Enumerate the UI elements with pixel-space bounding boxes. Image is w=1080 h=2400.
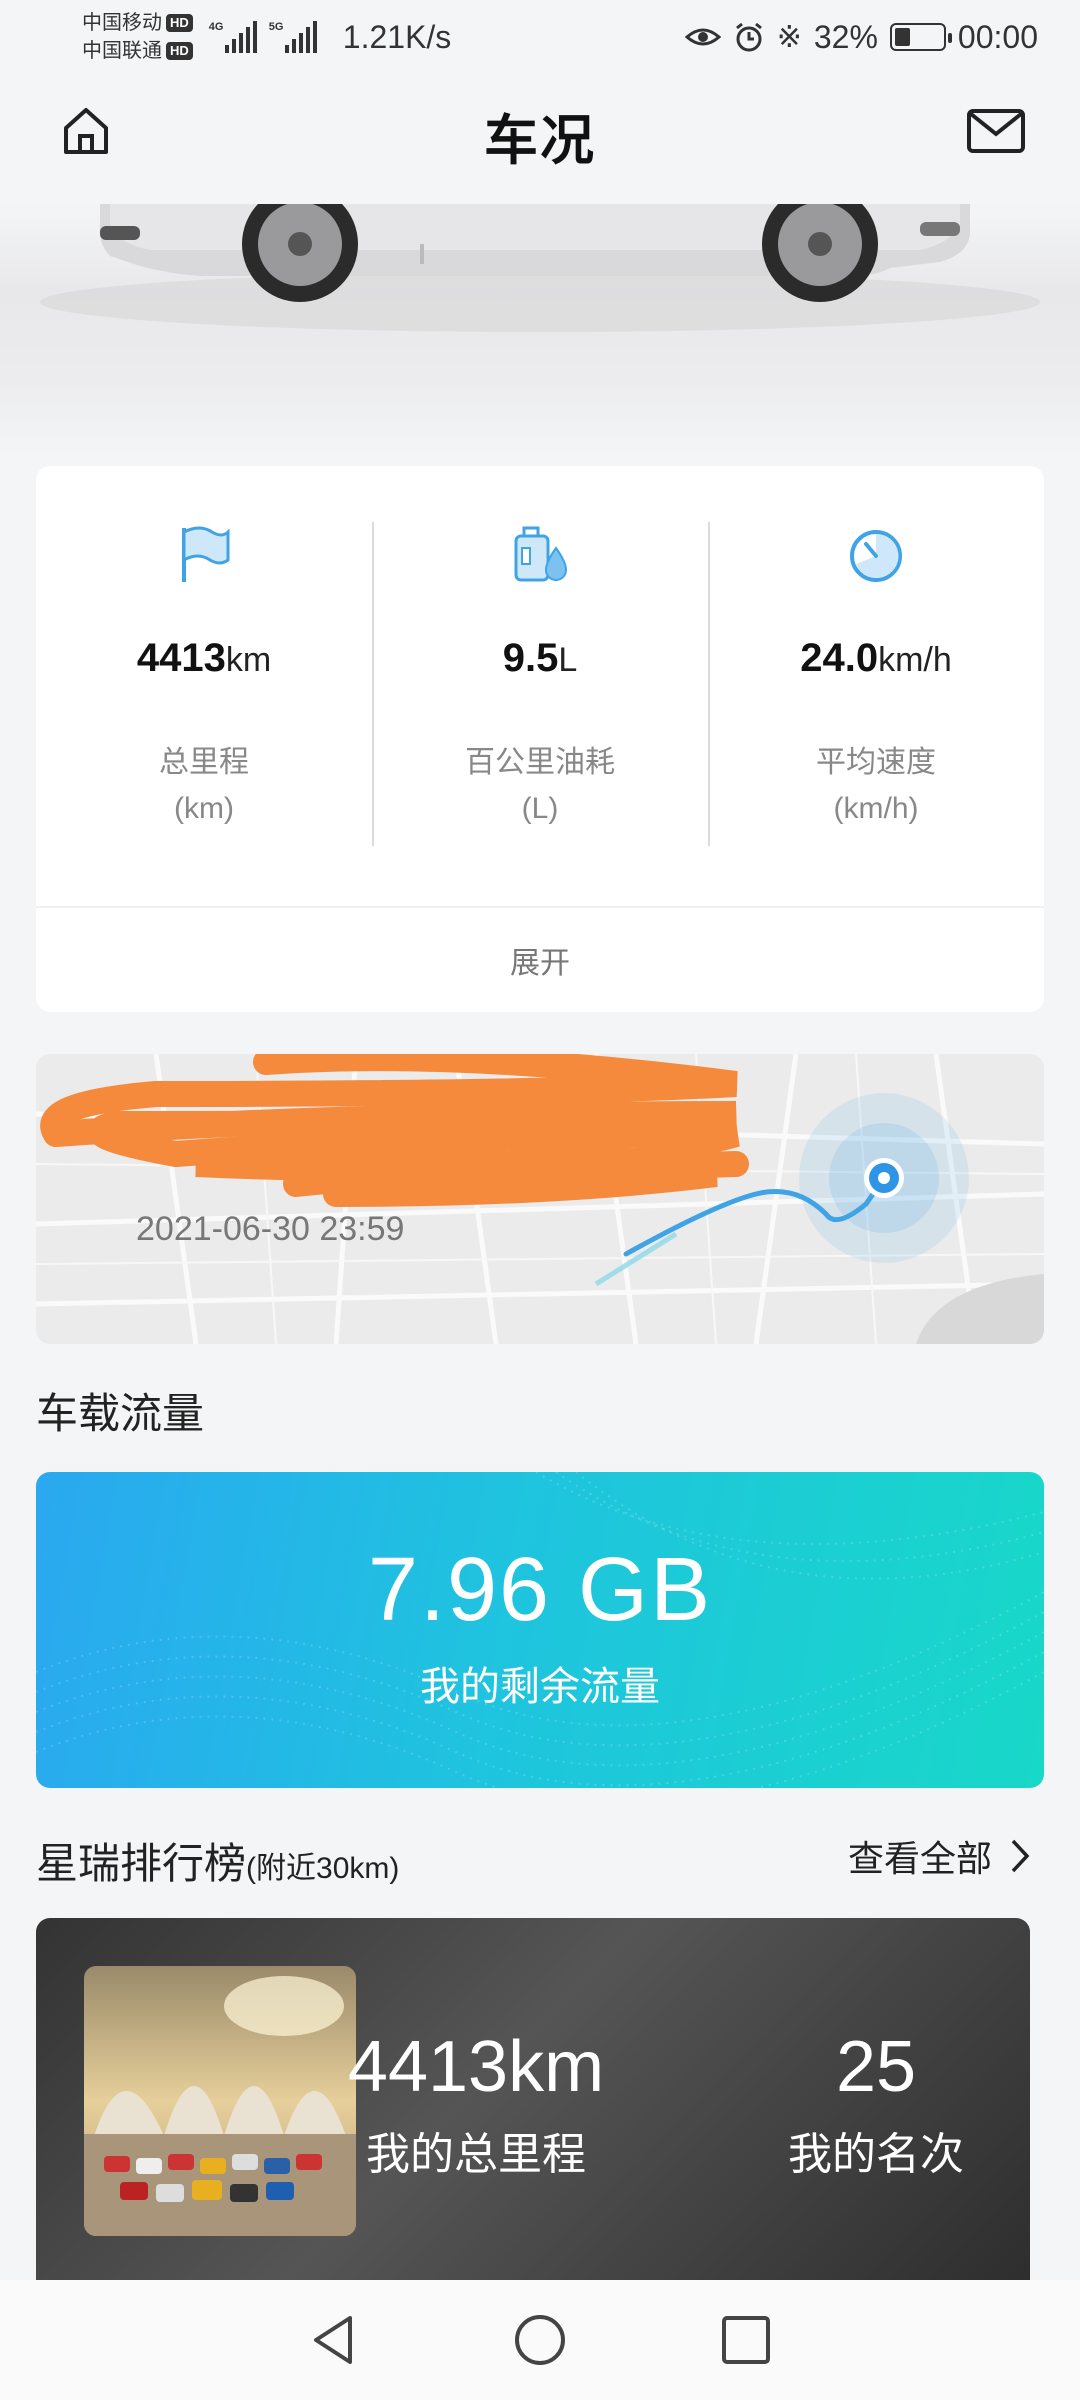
- system-nav-bar: [0, 2280, 1080, 2400]
- carrier-line-1: 中国移动 HD: [82, 9, 193, 37]
- stat-total-mileage: 4413 km 总里程 (km): [36, 466, 372, 906]
- chevron-right-icon: [1011, 1839, 1030, 1873]
- signal-icon-1: 4G: [209, 21, 257, 53]
- stat-number: 24.0: [800, 636, 879, 680]
- stat-fuel-consumption: 9.5 L 百公里油耗 (L): [372, 466, 708, 906]
- status-right: ※ 32% 00:00: [684, 18, 1038, 56]
- my-rank-label: 我的名次: [788, 2130, 964, 2179]
- stat-label: 百公里油耗 (L): [465, 740, 615, 832]
- trip-timestamp: 2021-06-30 23:59: [136, 1210, 405, 1248]
- view-all-label: 查看全部: [847, 1838, 992, 1879]
- network-speed: 1.21K/s: [342, 18, 452, 55]
- battery-icon: [889, 23, 952, 51]
- data-usage-card[interactable]: 7.96 GB 我的剩余流量: [36, 1472, 1044, 1788]
- remaining-data-value: 7.96 GB: [367, 1539, 713, 1640]
- battery-percent: 32%: [813, 18, 878, 55]
- stat-label-unit: (km): [174, 792, 234, 825]
- carrier-line-2: 中国联通 HD: [82, 37, 193, 65]
- stat-value: 4413 km: [137, 636, 271, 692]
- eye-icon: [684, 28, 721, 46]
- carrier-2: 中国联通: [82, 40, 162, 62]
- signal-icon-2: 5G: [269, 21, 317, 53]
- alarm-icon: [735, 22, 762, 52]
- hd-badge-2: HD: [166, 42, 193, 60]
- back-icon[interactable]: [306, 2312, 362, 2368]
- car-image: [0, 204, 1080, 454]
- hd-badge-1: HD: [166, 14, 193, 32]
- network-type-1: 4G: [208, 21, 224, 33]
- redaction-scribble: [40, 1054, 749, 1207]
- stat-label: 总里程 (km): [159, 740, 249, 832]
- stat-number: 9.5: [502, 636, 559, 680]
- bluetooth-icon: ※: [776, 20, 802, 54]
- stat-value: 24.0 km/h: [800, 636, 952, 692]
- remaining-data-label: 我的剩余流量: [420, 1664, 660, 1709]
- stat-label-unit: (km/h): [833, 792, 919, 825]
- stats-card: 4413 km 总里程 (km) 9.5 L 百公里油耗 (L) 24.0 km…: [36, 466, 1044, 1012]
- mail-icon[interactable]: [966, 108, 1026, 154]
- my-rank: 25 我的名次: [756, 2026, 996, 2182]
- stat-label: 平均速度 (km/h): [816, 740, 936, 832]
- my-mileage-label: 我的总里程: [366, 2130, 586, 2179]
- signal-icons: 4G 5G: [207, 21, 317, 53]
- my-mileage: 4413km 我的总里程: [276, 2026, 676, 2182]
- data-section-title: 车载流量: [36, 1390, 205, 1437]
- stat-unit: km/h: [878, 641, 952, 679]
- stats-row: 4413 km 总里程 (km) 9.5 L 百公里油耗 (L) 24.0 km…: [36, 466, 1044, 906]
- status-left: 中国移动 HD 中国联通 HD 4G 5G 1.21K/s: [82, 9, 451, 65]
- home-nav-icon[interactable]: [512, 2312, 568, 2368]
- stat-average-speed: 24.0 km/h 平均速度 (km/h): [708, 466, 1044, 906]
- stat-label-unit: (L): [521, 792, 559, 825]
- expand-button[interactable]: 展开: [36, 906, 1044, 1012]
- car-illustration: [40, 204, 1040, 332]
- stat-number: 4413: [136, 636, 226, 680]
- ranking-title: 星瑞排行榜: [36, 1840, 247, 1887]
- carriers: 中国移动 HD 中国联通 HD: [82, 9, 193, 65]
- ranking-subtitle: (附近30km): [246, 1852, 400, 1885]
- network-type-2: 5G: [268, 21, 284, 33]
- my-mileage-value: 4413km: [347, 2027, 605, 2107]
- view-all-link[interactable]: 查看全部: [848, 1830, 1030, 1882]
- oil-icon: [514, 526, 568, 582]
- trip-map-card[interactable]: 2021-06-30 23:59: [36, 1054, 1044, 1344]
- clock: 00:00: [957, 18, 1038, 55]
- status-bar: 中国移动 HD 中国联通 HD 4G 5G 1.21K/s ※ 32% 00:0…: [0, 0, 1080, 74]
- stat-unit: km: [225, 641, 272, 679]
- home-icon[interactable]: [58, 102, 114, 158]
- battery-fill: [894, 28, 910, 46]
- stat-value: 9.5 L: [503, 636, 578, 692]
- carrier-1: 中国移动: [82, 12, 162, 34]
- recents-icon[interactable]: [718, 2312, 774, 2368]
- stat-label-text: 百公里油耗: [465, 746, 615, 779]
- my-rank-value: 25: [835, 2027, 917, 2107]
- app-header: 车况: [0, 74, 1080, 196]
- stat-label-text: 平均速度: [816, 746, 936, 779]
- ranking-section-title: 星瑞排行榜(附近30km): [36, 1830, 399, 1891]
- stat-label-text: 总里程: [159, 746, 249, 779]
- flag-icon: [182, 526, 230, 582]
- page-title: 车况: [484, 110, 596, 171]
- ranking-card[interactable]: 4413km 我的总里程 25 我的名次: [36, 1918, 1030, 2280]
- stat-unit: L: [558, 641, 578, 679]
- speedometer-icon: [850, 530, 902, 582]
